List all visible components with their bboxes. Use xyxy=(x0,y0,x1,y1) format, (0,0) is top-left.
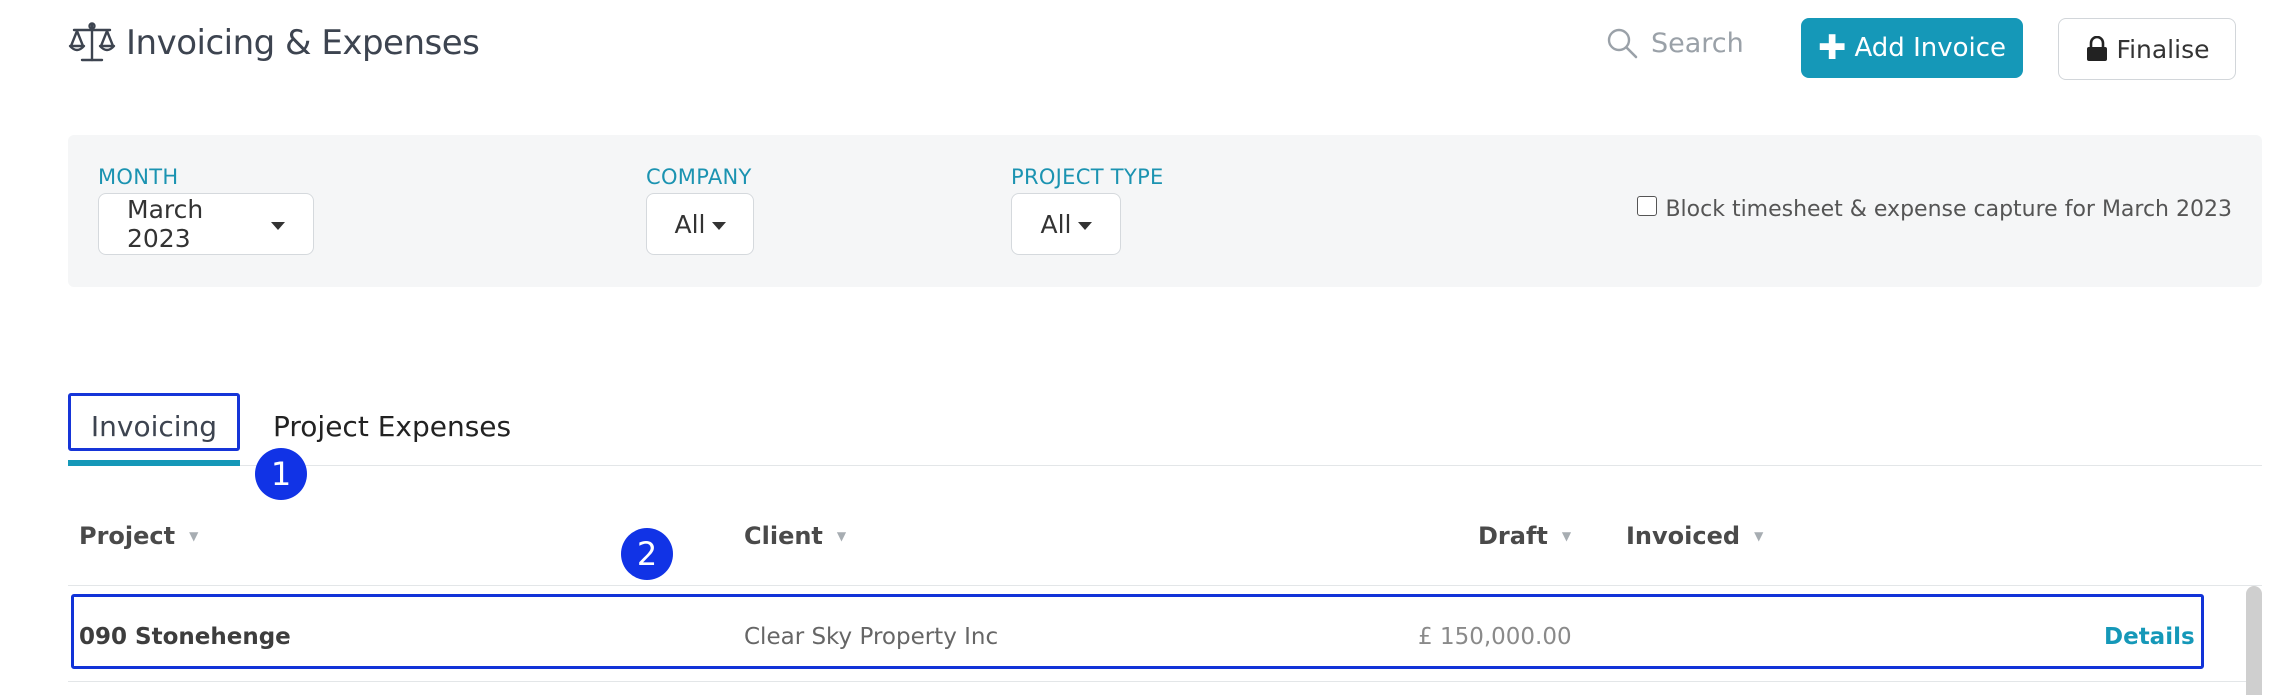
column-label: Project xyxy=(79,522,176,550)
active-tab-indicator xyxy=(68,460,240,466)
finalise-label: Finalise xyxy=(2116,34,2210,64)
project-type-label: PROJECT TYPE xyxy=(1011,165,1164,189)
finalise-button[interactable]: Finalise xyxy=(2058,18,2236,80)
scrollbar-thumb[interactable] xyxy=(2246,586,2262,695)
column-header-project[interactable]: Project ▼ xyxy=(79,522,198,550)
sort-icon: ▼ xyxy=(189,529,199,543)
company-select[interactable]: All xyxy=(646,193,754,255)
column-header-draft[interactable]: Draft ▼ xyxy=(1478,522,1571,550)
cell-client: Clear Sky Property Inc xyxy=(744,624,999,650)
sort-icon: ▼ xyxy=(1754,529,1764,543)
page-title: Invoicing & Expenses xyxy=(126,23,480,63)
plus-icon: ✚ xyxy=(1817,28,1847,68)
tab-project-expenses-label: Project Expenses xyxy=(273,409,512,443)
company-label: COMPANY xyxy=(646,165,752,189)
highlight-box xyxy=(68,393,240,451)
column-header-client[interactable]: Client ▼ xyxy=(744,522,846,550)
highlight-box xyxy=(71,594,2204,669)
month-filter: MONTH March 2023 xyxy=(98,165,314,255)
cell-draft: £ 150,000.00 xyxy=(1418,624,1572,650)
caret-down-icon xyxy=(711,222,726,230)
project-type-select[interactable]: All xyxy=(1011,193,1121,255)
cell-project: 090 Stonehenge xyxy=(79,624,291,650)
column-label: Invoiced xyxy=(1626,522,1741,550)
column-label: Client xyxy=(744,522,823,550)
column-label: Draft xyxy=(1478,522,1548,550)
title-area: Invoicing & Expenses xyxy=(68,20,480,66)
project-type-filter: PROJECT TYPE All xyxy=(1011,165,1164,255)
block-capture-option: Block timesheet & expense capture for Ma… xyxy=(1637,195,2232,222)
table-header: Project ▼ Client ▼ Draft ▼ Invoiced ▼ xyxy=(68,508,2262,586)
month-select[interactable]: March 2023 xyxy=(98,193,314,255)
project-type-value: All xyxy=(1040,209,1072,239)
table-row[interactable]: 090 Stonehenge Clear Sky Property Inc £ … xyxy=(68,586,2262,682)
page-header: Invoicing & Expenses Search ✚ Add Invoic… xyxy=(0,0,2274,100)
search-placeholder: Search xyxy=(1651,27,1744,59)
month-label: MONTH xyxy=(98,165,179,189)
sort-icon: ▼ xyxy=(1561,529,1572,543)
caret-down-icon xyxy=(271,222,285,230)
lock-icon xyxy=(2086,36,2107,61)
tab-project-expenses[interactable]: Project Expenses xyxy=(273,390,511,462)
search-field[interactable]: Search xyxy=(1605,26,1744,60)
company-filter: COMPANY All xyxy=(646,165,754,255)
add-invoice-button[interactable]: ✚ Add Invoice xyxy=(1801,18,2023,78)
tab-invoicing[interactable]: Invoicing xyxy=(68,390,240,466)
month-value: March 2023 xyxy=(127,195,204,253)
add-invoice-label: Add Invoice xyxy=(1854,33,2007,63)
tab-bar: Invoicing Project Expenses xyxy=(68,390,2262,466)
company-value: All xyxy=(674,209,706,239)
sort-icon: ▼ xyxy=(836,529,847,543)
filters-panel: MONTH March 2023 COMPANY All PROJECT TYP… xyxy=(68,135,2262,287)
block-capture-checkbox[interactable] xyxy=(1637,195,1658,216)
block-capture-label: Block timesheet & expense capture for Ma… xyxy=(1665,197,2232,222)
caret-down-icon xyxy=(1077,222,1092,230)
details-link[interactable]: Details xyxy=(2104,624,2195,650)
search-icon xyxy=(1607,28,1638,59)
annotation-badge-1: 1 xyxy=(255,448,307,500)
column-header-invoiced[interactable]: Invoiced ▼ xyxy=(1626,522,1763,550)
scales-icon xyxy=(68,22,116,62)
